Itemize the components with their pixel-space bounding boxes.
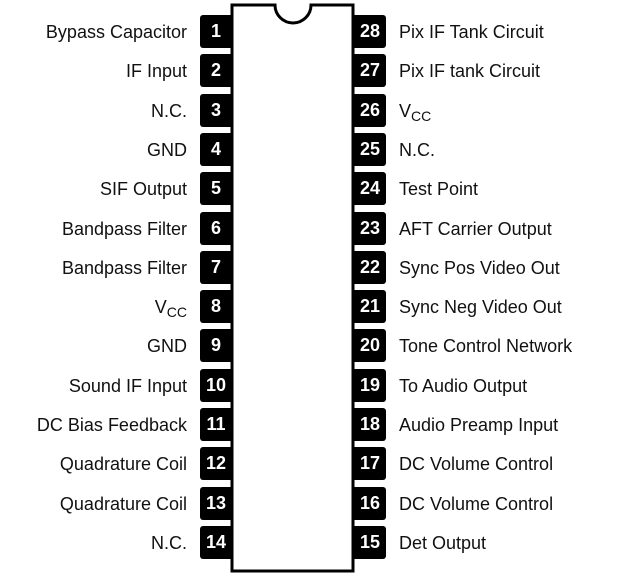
- pin-6-label: Bandpass Filter: [62, 219, 187, 239]
- pin-13-number: 13: [200, 486, 232, 520]
- pin-label-text: Quadrature Coil: [59, 493, 187, 514]
- pin-2-number: 2: [200, 54, 232, 88]
- pin-12-label: Quadrature Coil: [60, 454, 187, 474]
- ic-outline-with-notch: [230, 3, 355, 573]
- pin-label-text: Bandpass Filter: [61, 257, 187, 278]
- pin-23-label: AFT Carrier Output: [399, 219, 552, 239]
- pin-6-number: 6: [200, 211, 232, 245]
- pin-27-label: Pix IF tank Circuit: [399, 61, 540, 81]
- pin-12-number: 12: [200, 447, 232, 481]
- pin-label-text: DC Volume Control: [399, 454, 554, 475]
- pin-label-text: AFT Carrier Output: [399, 218, 552, 239]
- pin-11-label: DC Bias Feedback: [37, 415, 187, 435]
- pin-5-label: SIF Output: [100, 179, 187, 199]
- pin-13-label: Quadrature Coil: [60, 494, 187, 514]
- pin-25-label: N.C.: [399, 140, 435, 160]
- pin-9-number: 9: [200, 329, 232, 363]
- pin-22-label: Sync Pos Video Out: [399, 258, 560, 278]
- pin-26-number: 26: [354, 93, 386, 127]
- pin-label-text: Bypass Capacitor: [45, 22, 187, 42]
- pin-label-text: Bandpass Filter: [61, 218, 187, 239]
- pin-label-text: Quadrature Coil: [59, 454, 187, 475]
- pin-label-text: To Audio Output: [399, 375, 528, 396]
- pin-28-number: 28: [354, 15, 386, 48]
- pin-24-number: 24: [354, 172, 386, 206]
- pin-27-number: 27: [354, 54, 386, 88]
- pin-4-label: GND: [147, 140, 187, 160]
- pin-22-number: 22: [354, 250, 386, 284]
- pin-15-number: 15: [354, 525, 386, 559]
- pin-15-label: Det Output: [399, 533, 486, 553]
- pin-label-text: SIF Output: [99, 179, 187, 200]
- pin-2-label: IF Input: [126, 61, 187, 81]
- pin-23-number: 23: [354, 211, 386, 245]
- pin-label-text: N.C.: [399, 139, 435, 160]
- pin-label-text: IF Input: [125, 61, 187, 82]
- pin-3-label: N.C.: [151, 101, 187, 121]
- pin-11-number: 11: [200, 408, 232, 441]
- pin-18-number: 18: [354, 408, 386, 441]
- pin-10-number: 10: [200, 368, 232, 402]
- pin-16-number: 16: [354, 486, 386, 520]
- pin-8-number: 8: [200, 290, 232, 324]
- pin-26-label: VCC: [399, 101, 431, 126]
- pin-label-text: V: [399, 100, 412, 121]
- pin-24-label: Test Point: [399, 179, 478, 199]
- pin-label-text: N.C.: [151, 532, 187, 553]
- pin-19-label: To Audio Output: [399, 376, 527, 396]
- pin-label-text: Pix IF tank Circuit: [399, 61, 541, 82]
- pin-9-label: GND: [147, 336, 187, 356]
- pin-18-label: Audio Preamp Input: [399, 415, 558, 435]
- pin-label-text: Sync Neg Video Out: [399, 297, 562, 318]
- pin-3-number: 3: [200, 93, 232, 127]
- pin-28-label: Pix IF Tank Circuit: [399, 22, 544, 42]
- pin-label-subscript: CC: [166, 304, 187, 321]
- pin-16-label: DC Volume Control: [399, 494, 553, 514]
- pin-label-text: GND: [147, 336, 187, 357]
- pin-21-label: Sync Neg Video Out: [399, 297, 562, 317]
- pin-label-subscript: CC: [411, 107, 432, 124]
- pin-1-number: 1: [200, 15, 232, 48]
- pin-8-label: VCC: [155, 297, 187, 322]
- pin-14-number: 14: [200, 525, 232, 559]
- pin-20-number: 20: [354, 329, 386, 363]
- pin-7-number: 7: [200, 250, 232, 284]
- pin-21-number: 21: [354, 290, 386, 324]
- pin-17-label: DC Volume Control: [399, 454, 553, 474]
- pin-1-label: Bypass Capacitor: [46, 22, 187, 42]
- pin-label-text: DC Bias Feedback: [36, 415, 187, 435]
- pin-label-text: Sync Pos Video Out: [399, 257, 560, 278]
- pin-label-text: GND: [147, 139, 187, 160]
- pin-label-text: Pix IF Tank Circuit: [399, 22, 544, 42]
- pin-7-label: Bandpass Filter: [62, 258, 187, 278]
- pin-label-text: Tone Control Network: [399, 336, 573, 357]
- pin-17-number: 17: [354, 447, 386, 481]
- pin-label-text: N.C.: [151, 100, 187, 121]
- pin-4-number: 4: [200, 132, 232, 166]
- pin-label-text: Audio Preamp Input: [399, 415, 559, 435]
- pin-25-number: 25: [354, 132, 386, 166]
- pin-label-text: V: [154, 297, 167, 318]
- pin-5-number: 5: [200, 172, 232, 206]
- pin-label-text: Sound IF Input: [68, 375, 187, 396]
- pin-label-text: DC Volume Control: [399, 493, 554, 514]
- pin-20-label: Tone Control Network: [399, 336, 572, 356]
- pin-10-label: Sound IF Input: [69, 376, 187, 396]
- pin-14-label: N.C.: [151, 533, 187, 553]
- pin-label-text: Test Point: [399, 179, 479, 200]
- pin-label-text: Det Output: [399, 532, 487, 553]
- pin-19-number: 19: [354, 368, 386, 402]
